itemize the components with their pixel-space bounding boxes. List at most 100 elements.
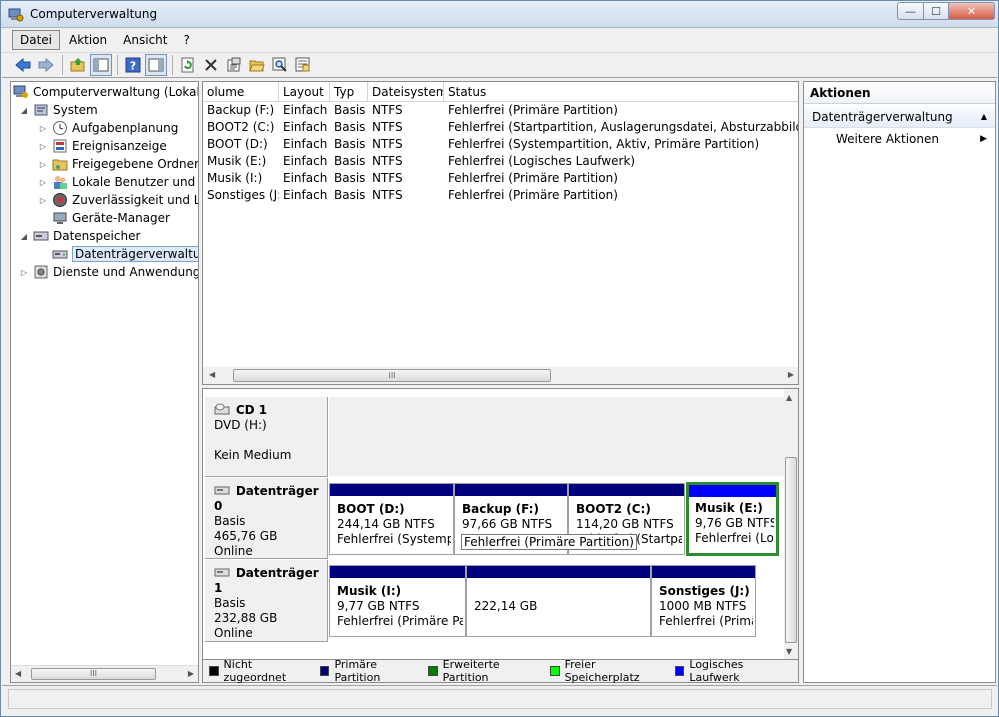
tree-item-computerverwaltung[interactable]: Computerverwaltung (Lokal): [13, 83, 199, 101]
column-header-layout[interactable]: Layout: [279, 82, 330, 102]
volume-row[interactable]: Musik (E:) Einfach Basis NTFS Fehlerfrei…: [203, 153, 798, 170]
collapse-icon[interactable]: ◢: [19, 106, 29, 115]
tree-item-lokale-benutzer[interactable]: ▷ Lokale Benutzer und Gr: [38, 173, 198, 191]
disk-label-0[interactable]: Datenträger 0 Basis 465,76 GB Online: [205, 478, 328, 559]
maximize-button[interactable]: ☐: [924, 2, 949, 20]
partition-sonstiges-j[interactable]: Sonstiges (J:) 1000 MB NTFS Fehlerfrei (…: [651, 565, 756, 637]
users-icon: [54, 176, 67, 189]
tree-item-dienste-und-anwendungen[interactable]: ▷ Dienste und Anwendungen: [19, 263, 198, 281]
partition-musik-i[interactable]: Musik (I:) 9,77 GB NTFS Fehlerfrei (Prim…: [329, 565, 466, 637]
forward-icon[interactable]: [35, 54, 57, 76]
help-icon[interactable]: ?: [122, 54, 144, 76]
expand-icon[interactable]: ▷: [38, 178, 48, 187]
show-hide-tree-icon[interactable]: [90, 54, 112, 76]
up-folder-icon[interactable]: [67, 54, 89, 76]
volume-row[interactable]: BOOT2 (C:) Einfach Basis NTFS Fehlerfrei…: [203, 119, 798, 136]
partition-size: 97,66 GB NTFS: [462, 517, 553, 531]
column-header-status[interactable]: Status: [444, 82, 798, 102]
refresh-icon[interactable]: [177, 54, 199, 76]
submenu-arrow-icon: ▶: [980, 134, 987, 144]
collapse-up-icon[interactable]: ▲: [981, 106, 987, 128]
close-button[interactable]: ✕: [949, 2, 995, 20]
back-icon[interactable]: [12, 54, 34, 76]
computer-management-window: Computerverwaltung — ☐ ✕ Datei Aktion An…: [0, 0, 999, 717]
menu-ansicht[interactable]: Ansicht: [116, 31, 174, 49]
tree-item-label: Dienste und Anwendungen: [53, 265, 198, 279]
scrollbar-thumb[interactable]: [785, 457, 797, 643]
scroll-up-icon[interactable]: ▲: [786, 393, 792, 402]
legend-item: Nicht zugeordnet: [209, 658, 313, 684]
cell-status: Fehlerfrei (Primäre Partition): [448, 103, 618, 117]
tree-item-datenspeicher[interactable]: ◢ Datenspeicher: [19, 227, 140, 245]
volume-row[interactable]: Sonstiges (J:) Einfach Basis NTFS Fehler…: [203, 187, 798, 204]
partition-name: Musik (I:): [337, 584, 402, 598]
disk-label-cd[interactable]: CD 1 DVD (H:) Kein Medium: [205, 397, 328, 477]
action-weitere-aktionen[interactable]: Weitere Aktionen ▶: [804, 128, 995, 150]
menu-bar: Datei Aktion Ansicht ?: [2, 29, 997, 51]
search-icon[interactable]: [269, 54, 291, 76]
tree-item-ereignisanzeige[interactable]: ▷ Ereignisanzeige: [38, 137, 167, 155]
scrollbar-thumb[interactable]: III: [233, 369, 551, 382]
expand-icon[interactable]: ▷: [38, 124, 48, 133]
partition-legend: Nicht zugeordnet Primäre Partition Erwei…: [202, 658, 799, 684]
volume-row[interactable]: Musik (I:) Einfach Basis NTFS Fehlerfrei…: [203, 170, 798, 187]
disk-view-vertical-scrollbar[interactable]: ▲ ▼: [784, 389, 798, 659]
partition-size: 1000 MB NTFS: [659, 599, 747, 613]
legend-swatch: [428, 666, 438, 676]
expand-icon[interactable]: ▷: [19, 268, 29, 277]
delete-icon[interactable]: [200, 54, 222, 76]
partition-musik-e[interactable]: Musik (E:) 9,76 GB NTFS Fehlerfrei (Lo: [686, 482, 779, 556]
volume-row[interactable]: BOOT (D:) Einfach Basis NTFS Fehlerfrei …: [203, 136, 798, 153]
cell-filesystem: NTFS: [372, 137, 403, 151]
column-header-filesystem[interactable]: Dateisystem: [368, 82, 444, 102]
minimize-button[interactable]: —: [897, 2, 924, 20]
expand-icon[interactable]: ▷: [38, 196, 48, 205]
scrollbar-thumb[interactable]: III: [31, 668, 156, 680]
window-controls: — ☐ ✕: [897, 2, 995, 20]
menu-help[interactable]: ?: [176, 31, 196, 49]
column-header-type[interactable]: Typ: [330, 82, 368, 102]
disk-label-1[interactable]: Datenträger 1 Basis 232,88 GB Online: [205, 560, 328, 642]
tree-item-datentraegerverwaltung[interactable]: Datenträgerverwaltung: [38, 245, 198, 263]
menu-aktion[interactable]: Aktion: [62, 31, 114, 49]
collapse-icon[interactable]: ◢: [19, 232, 29, 241]
expand-icon[interactable]: ▷: [38, 142, 48, 151]
properties-icon[interactable]: [223, 54, 245, 76]
cell-volume: Sonstiges (J:): [207, 188, 279, 202]
tree-item-label: Datenträgerverwaltung: [72, 246, 198, 262]
expand-icon[interactable]: ▷: [38, 160, 48, 169]
actions-header: Aktionen: [804, 82, 995, 104]
menu-datei[interactable]: Datei: [12, 30, 61, 50]
settings-icon[interactable]: [292, 54, 314, 76]
scroll-left-icon[interactable]: ◀: [209, 370, 215, 379]
tree-item-system[interactable]: ◢ System: [19, 101, 98, 119]
scroll-right-icon[interactable]: ▶: [788, 370, 794, 379]
tree-item-aufgabenplanung[interactable]: ▷ Aufgabenplanung: [38, 119, 178, 137]
column-header-volume[interactable]: olume: [203, 82, 279, 102]
tree-item-label: Computerverwaltung (Lokal): [33, 85, 199, 99]
title-bar[interactable]: Computerverwaltung — ☐ ✕: [1, 1, 998, 28]
disk-size: 232,88 GB: [214, 611, 278, 625]
tree-item-label: Zuverlässigkeit und Leis: [72, 193, 198, 207]
scroll-right-icon[interactable]: ▶: [188, 669, 194, 678]
tree-item-freigegebene-ordner[interactable]: ▷ Freigegebene Ordner: [38, 155, 198, 173]
computer-management-icon: [8, 8, 24, 22]
partition-unnamed[interactable]: 222,14 GB: [466, 565, 651, 637]
actions-pane: Aktionen Datenträgerverwaltung ▲ Weitere…: [803, 81, 996, 683]
partition-boot-d[interactable]: BOOT (D:) 244,14 GB NTFS Fehlerfrei (Sys…: [329, 483, 454, 555]
legend-label: Primäre Partition: [334, 658, 381, 684]
volume-list-horizontal-scrollbar[interactable]: ◀ III ▶: [203, 367, 798, 384]
tree-item-zuverlaessigkeit[interactable]: ▷ Zuverlässigkeit und Leis: [38, 191, 198, 209]
tree-horizontal-scrollbar[interactable]: ◀ III ▶: [11, 665, 198, 682]
partition-color-bar: [330, 484, 453, 496]
show-hide-action-pane-icon[interactable]: [145, 54, 167, 76]
scroll-left-icon[interactable]: ◀: [15, 669, 21, 678]
partition-color-bar: [689, 485, 776, 497]
partition-color-bar: [455, 484, 567, 496]
volume-row[interactable]: Backup (F:) Einfach Basis NTFS Fehlerfre…: [203, 102, 798, 119]
open-icon[interactable]: [246, 54, 268, 76]
scroll-down-icon[interactable]: ▼: [786, 647, 792, 656]
cell-status: Fehlerfrei (Logisches Laufwerk): [448, 154, 636, 168]
actions-section-datentraegerverwaltung[interactable]: Datenträgerverwaltung ▲: [804, 106, 995, 128]
tree-item-geraete-manager[interactable]: Geräte-Manager: [38, 209, 170, 227]
